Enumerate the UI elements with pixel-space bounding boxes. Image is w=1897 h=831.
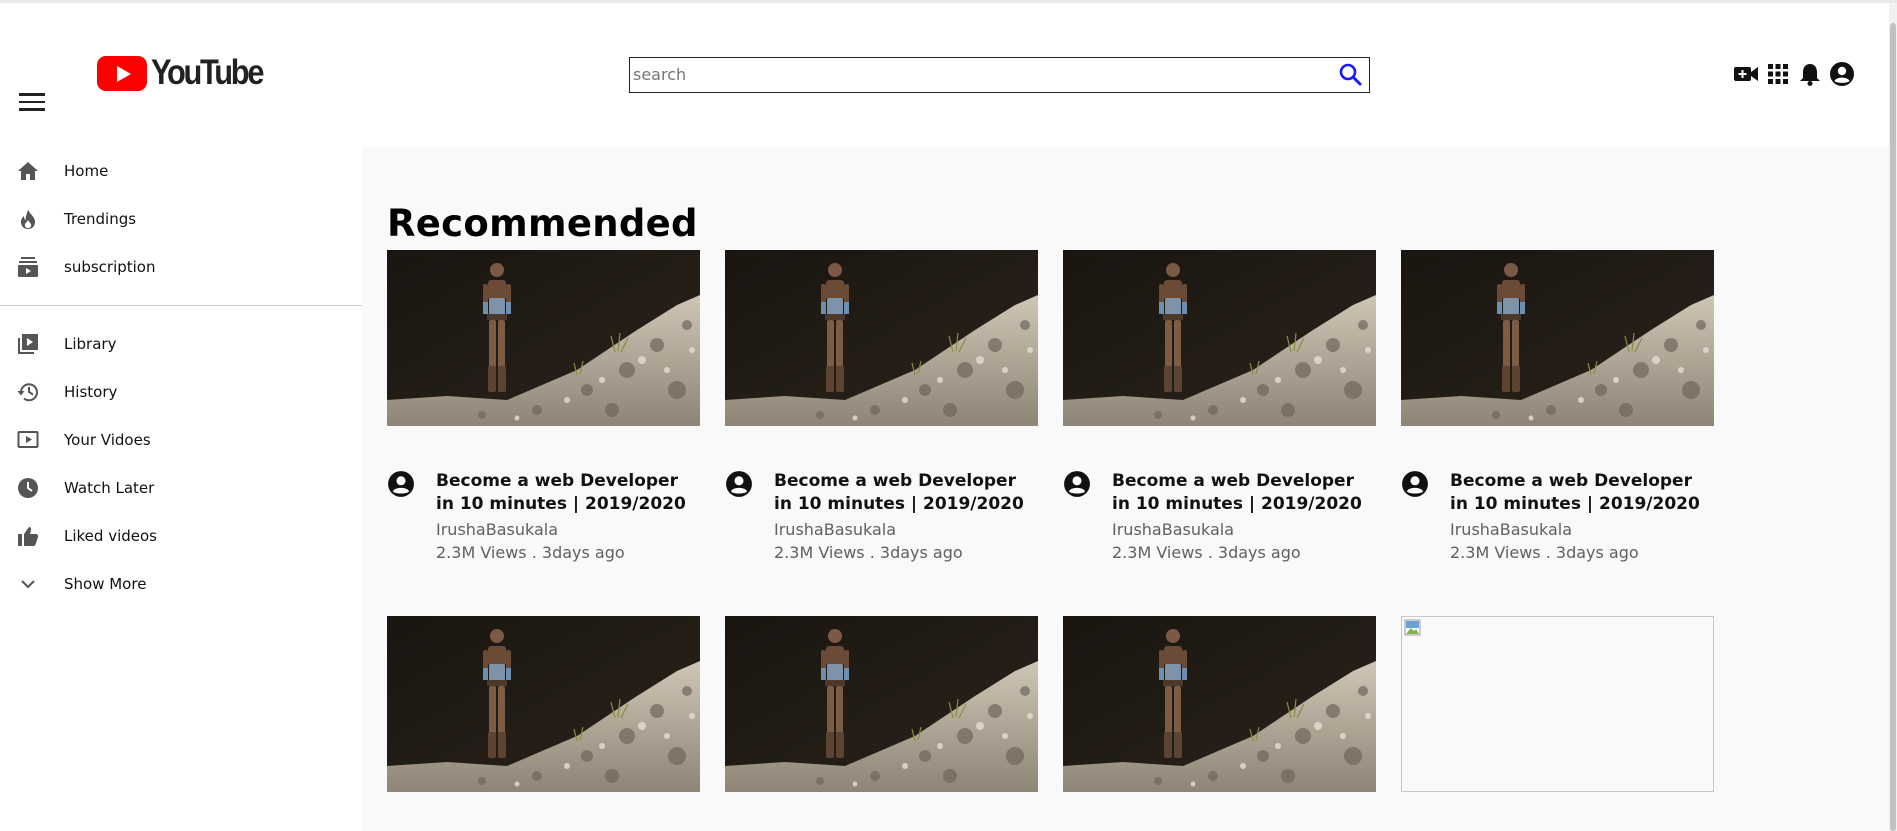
video-stats: 2.3M Views . 3days ago [1112, 543, 1301, 562]
sidebar-item-label: Watch Later [64, 479, 155, 497]
scrollbar-thumb[interactable] [1890, 23, 1896, 831]
channel-avatar-icon[interactable] [387, 470, 415, 498]
channel-avatar-icon[interactable] [1401, 470, 1429, 498]
home-icon [16, 159, 40, 183]
header-actions [1733, 61, 1855, 87]
video-stats: 2.3M Views . 3days ago [774, 543, 963, 562]
channel-avatar-icon[interactable] [1063, 470, 1091, 498]
sidebar-item-label: Show More [64, 575, 147, 593]
sidebar-item-label: Liked videos [64, 527, 157, 545]
video-title[interactable]: Become a web Developer in 10 minutes | 2… [1112, 470, 1372, 516]
broken-image-icon [1403, 618, 1423, 638]
window-top-border [0, 0, 1897, 3]
library-icon [16, 332, 40, 356]
video-thumbnail[interactable] [725, 250, 1038, 426]
sidebar-item-show-more[interactable]: Show More [0, 560, 362, 608]
video-thumbnail[interactable] [1063, 250, 1376, 426]
video-card[interactable]: Become a web Developer in 10 minutes | 2… [1063, 250, 1376, 616]
channel-name[interactable]: IrushaBasukala [1450, 520, 1572, 539]
video-title[interactable]: Become a web Developer in 10 minutes | 2… [436, 470, 696, 516]
sidebar-item-label: Your Vidoes [64, 431, 151, 449]
sidebar-item-label: Library [64, 335, 117, 353]
history-icon [16, 380, 40, 404]
channel-name[interactable]: IrushaBasukala [1112, 520, 1234, 539]
video-stats: 2.3M Views . 3days ago [1450, 543, 1639, 562]
video-card[interactable] [1401, 616, 1714, 792]
video-thumbnail[interactable] [387, 250, 700, 426]
youtube-logo[interactable]: YouTube [97, 53, 277, 92]
account-circle-icon[interactable] [1829, 61, 1855, 87]
sidebar-item-library[interactable]: Library [0, 320, 362, 368]
sidebar-item-label: History [64, 383, 118, 401]
search-bar [629, 57, 1370, 93]
sidebar-item-label: Trendings [64, 210, 137, 228]
sidebar: Home Trendings subscription Library Hist… [0, 147, 362, 608]
video-card[interactable] [387, 616, 700, 792]
video-thumbnail[interactable] [387, 616, 700, 792]
notification-bell-icon[interactable] [1797, 61, 1823, 87]
sidebar-item-your-videos[interactable]: Your Vidoes [0, 416, 362, 464]
sidebar-item-history[interactable]: History [0, 368, 362, 416]
sidebar-item-subscription[interactable]: subscription [0, 243, 362, 291]
clock-icon [16, 476, 40, 500]
section-heading: Recommended [387, 202, 698, 245]
sidebar-item-watch-later[interactable]: Watch Later [0, 464, 362, 512]
sidebar-item-label: Home [64, 162, 109, 180]
search-icon[interactable] [1337, 62, 1363, 88]
search-input[interactable] [633, 58, 1323, 90]
menu-icon[interactable] [19, 93, 45, 113]
video-card[interactable] [1063, 616, 1376, 792]
video-thumbnail[interactable] [725, 616, 1038, 792]
vertical-scrollbar[interactable] [1889, 3, 1897, 831]
fire-icon [16, 207, 40, 231]
thumbs-up-icon [16, 524, 40, 548]
sidebar-item-label: subscription [64, 258, 156, 276]
sidebar-divider [0, 305, 362, 306]
chevron-down-icon [16, 572, 40, 596]
video-card[interactable]: Become a web Developer in 10 minutes | 2… [387, 250, 700, 616]
video-grid: Become a web Developer in 10 minutes | 2… [387, 250, 1714, 792]
video-camera-add-icon[interactable] [1733, 61, 1759, 87]
sidebar-item-liked-videos[interactable]: Liked videos [0, 512, 362, 560]
your-videos-icon [16, 428, 40, 452]
apps-grid-icon[interactable] [1765, 61, 1791, 87]
broken-thumbnail[interactable] [1401, 616, 1714, 792]
channel-avatar-icon[interactable] [725, 470, 753, 498]
video-card[interactable]: Become a web Developer in 10 minutes | 2… [1401, 250, 1714, 616]
video-stats: 2.3M Views . 3days ago [436, 543, 625, 562]
logo-wordmark: YouTube [151, 53, 264, 92]
play-logo-icon [97, 55, 147, 91]
channel-name[interactable]: IrushaBasukala [436, 520, 558, 539]
video-card[interactable]: Become a web Developer in 10 minutes | 2… [725, 250, 1038, 616]
video-thumbnail[interactable] [1401, 250, 1714, 426]
channel-name[interactable]: IrushaBasukala [774, 520, 896, 539]
main-content: Recommended Become a web Developer in 10… [362, 147, 1889, 831]
sidebar-item-trendings[interactable]: Trendings [0, 195, 362, 243]
video-thumbnail[interactable] [1063, 616, 1376, 792]
video-card[interactable] [725, 616, 1038, 792]
subscriptions-icon [16, 255, 40, 279]
video-title[interactable]: Become a web Developer in 10 minutes | 2… [774, 470, 1034, 516]
sidebar-item-home[interactable]: Home [0, 147, 362, 195]
video-title[interactable]: Become a web Developer in 10 minutes | 2… [1450, 470, 1710, 516]
